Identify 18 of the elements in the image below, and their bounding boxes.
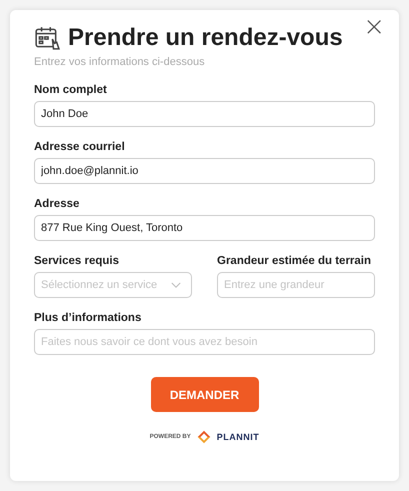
calendar-icon <box>34 25 60 51</box>
field-label: Nom complet <box>34 84 108 96</box>
input-field[interactable]: John Doe <box>34 101 375 127</box>
diamond-logo-icon <box>196 430 211 444</box>
input-field[interactable]: Faites nous savoir ce dont vous avez besoin <box>34 329 375 355</box>
field-label: Adresse courriel <box>34 141 126 153</box>
chevron-down-icon <box>171 282 181 288</box>
dialog-subtitle: Entrez vos informations ci-dessous <box>34 56 206 68</box>
field-label: Services requis <box>34 255 120 267</box>
input-field[interactable]: 877 Rue King Ouest, Toronto <box>34 215 375 241</box>
dialog-title: Prendre un rendez-vous <box>68 24 343 52</box>
brand-name: PLANNIT <box>216 432 260 442</box>
input-field[interactable]: john.doe@plannit.io <box>34 158 375 184</box>
field-label: Adresse <box>34 198 80 210</box>
field-label: Plus d’informations <box>34 312 142 324</box>
input-field[interactable]: Entrez une grandeur <box>217 272 375 298</box>
close-button[interactable]: × <box>359 14 389 40</box>
field-label: Grandeur estimée du terrain <box>217 255 372 267</box>
